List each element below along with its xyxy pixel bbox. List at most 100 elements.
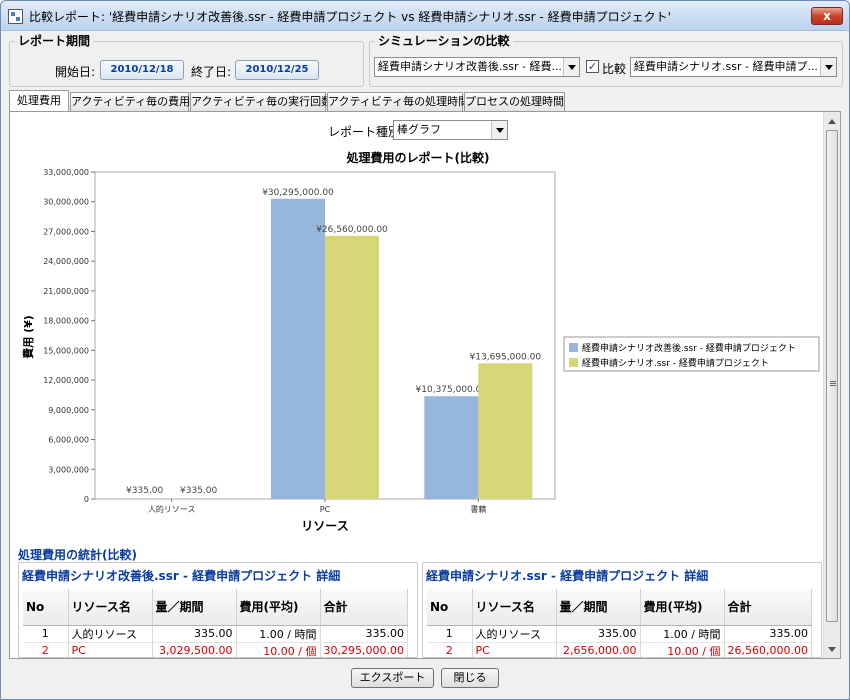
tab-process-time[interactable]: プロセスの処理時間	[464, 92, 565, 111]
tab-cost-per-activity[interactable]: アクティビティ毎の費用	[70, 92, 190, 111]
table-row[interactable]: 2 PC 2,656,000.00 10.00 / 個 26,560,000.0…	[427, 642, 812, 657]
y-tick-label: 18,000,000	[43, 317, 89, 326]
bar	[325, 235, 379, 499]
export-button[interactable]: エクスポート	[351, 668, 434, 688]
cell-total: 335.00	[724, 625, 812, 643]
right-simulation-value: 経費申請シナリオ.ssr - 経費申請プ...	[634, 60, 818, 73]
y-tick-label: 33,000,000	[43, 168, 89, 177]
stats-title: 処理費用の統計(比較)	[18, 548, 137, 562]
stats-table: No リソース名 量／期間 費用(平均) 合計 1 人的リソース 335.00 …	[427, 589, 812, 657]
compare-label: 比較	[602, 62, 627, 76]
legend-entry: 経費申請シナリオ.ssr - 経費申請プロジェクト	[582, 357, 769, 369]
scroll-up-icon[interactable]	[828, 119, 836, 124]
simulation-compare-title: シミュレーションの比較	[375, 32, 513, 49]
chevron-down-icon	[820, 58, 836, 76]
close-button[interactable]: 閉じる	[441, 668, 499, 688]
y-tick-label: 27,000,000	[43, 227, 89, 236]
column-avg-cost[interactable]: 費用(平均)	[236, 589, 321, 626]
column-quantity[interactable]: 量／期間	[152, 589, 237, 626]
column-no[interactable]: No	[23, 589, 69, 626]
column-avg-cost[interactable]: 費用(平均)	[640, 589, 725, 626]
cell-qty: 2,656,000.00	[556, 642, 641, 657]
cell-no: 2	[427, 642, 473, 657]
close-window-button[interactable]: x	[811, 7, 843, 25]
right-simulation-select[interactable]: 経費申請シナリオ.ssr - 経費申請プ...	[630, 57, 837, 77]
x-axis-label: リソース	[301, 519, 348, 533]
cell-qty: 3,029,500.00	[152, 642, 237, 657]
bar-data-label: ¥26,560,000.00	[316, 225, 388, 235]
chart-title: 処理費用のレポート(比較)	[346, 150, 490, 165]
end-date-button[interactable]: 2010/12/25	[235, 60, 319, 80]
cell-qty: 335.00	[152, 625, 237, 643]
bar-data-label: ¥335.00	[126, 486, 163, 496]
cell-qty: 335.00	[556, 625, 641, 643]
tab-processing-cost[interactable]: 処理費用	[9, 90, 69, 111]
detail-table-left: 経費申請シナリオ改善後.ssr - 経費申請プロジェクト 詳細 No リソース名…	[18, 562, 418, 658]
x-tick-label: 人的リソース	[148, 504, 196, 514]
cell-name: 人的リソース	[472, 625, 557, 643]
tab-executions-per-activity[interactable]: アクティビティ毎の実行回数	[190, 92, 332, 111]
y-axis: 0 3,000,000 6,000,000 9,000,000 12,000,000 15…	[43, 168, 95, 504]
start-date-button[interactable]: 2010/12/18	[100, 60, 184, 80]
cell-name: 人的リソース	[68, 625, 153, 643]
table-header-row: No リソース名 量／期間 費用(平均) 合計	[427, 589, 812, 626]
left-simulation-value: 経費申請シナリオ改善後.ssr - 経費...	[378, 60, 562, 73]
report-app-icon	[8, 9, 23, 24]
bar-data-label: ¥30,295,000.00	[262, 188, 334, 198]
column-resource-name[interactable]: リソース名	[68, 589, 153, 626]
y-tick-label: 0	[84, 495, 89, 504]
y-tick-label: 6,000,000	[48, 436, 89, 445]
column-total[interactable]: 合計	[320, 589, 408, 626]
cell-cost: 10.00 / 個	[236, 642, 321, 657]
cell-cost: 1.00 / 時間	[236, 625, 321, 643]
bar	[478, 363, 533, 499]
column-no[interactable]: No	[427, 589, 473, 626]
bar	[271, 198, 325, 500]
tab-time-per-activity[interactable]: アクティビティ毎の処理時間	[327, 92, 469, 111]
detail-left-title: 経費申請シナリオ改善後.ssr - 経費申請プロジェクト 詳細	[22, 569, 341, 583]
table-header-row: No リソース名 量／期間 費用(平均) 合計	[23, 589, 408, 626]
y-tick-label: 12,000,000	[43, 376, 89, 385]
scroll-thumb[interactable]	[826, 130, 838, 622]
column-quantity[interactable]: 量／期間	[556, 589, 641, 626]
cell-name: PC	[68, 642, 153, 657]
end-date-label: 終了日:	[191, 65, 232, 79]
vertical-scrollbar[interactable]	[823, 112, 840, 658]
bar-data-label: ¥10,375,000.00	[416, 385, 488, 395]
cell-name: PC	[472, 642, 557, 657]
stats-table: No リソース名 量／期間 費用(平均) 合計 1 人的リソース 335.00 …	[23, 589, 408, 657]
report-period-title: レポート期間	[15, 32, 94, 49]
cell-total: 26,560,000.00	[724, 642, 812, 657]
legend-swatch	[569, 343, 578, 352]
legend-swatch	[569, 358, 578, 367]
left-simulation-select[interactable]: 経費申請シナリオ改善後.ssr - 経費...	[374, 57, 580, 77]
y-tick-label: 3,000,000	[48, 465, 89, 474]
chevron-down-icon	[563, 58, 579, 76]
x-tick-label: PC	[320, 505, 331, 514]
cost-comparison-chart: 処理費用のレポート(比較) 0 3,000,000 6,000,000 9,000,0…	[21, 150, 820, 533]
legend-entry: 経費申請シナリオ改善後.ssr - 経費申請プロジェクト	[582, 342, 796, 354]
table-row[interactable]: 2 PC 3,029,500.00 10.00 / 個 30,295,000.0…	[23, 642, 408, 657]
bar-data-label: ¥13,695,000.00	[470, 352, 542, 362]
bar	[424, 396, 479, 499]
cell-cost: 10.00 / 個	[640, 642, 725, 657]
compare-report-window: 比較レポート: '経費申請シナリオ改善後.ssr - 経費申請プロジェクト vs…	[0, 0, 850, 700]
cell-no: 1	[23, 625, 69, 643]
scroll-down-icon[interactable]	[828, 647, 836, 652]
y-tick-label: 15,000,000	[43, 346, 89, 355]
x-tick-label: 書籍	[470, 504, 486, 514]
table-row[interactable]: 1 人的リソース 335.00 1.00 / 時間 335.00	[427, 625, 812, 643]
column-total[interactable]: 合計	[724, 589, 812, 626]
cell-no: 1	[427, 625, 473, 643]
y-tick-label: 30,000,000	[43, 198, 89, 207]
column-resource-name[interactable]: リソース名	[472, 589, 557, 626]
y-axis-label: 費用 (¥)	[21, 315, 35, 360]
table-row[interactable]: 1 人的リソース 335.00 1.00 / 時間 335.00	[23, 625, 408, 643]
cell-no: 2	[23, 642, 69, 657]
cell-total: 335.00	[320, 625, 408, 643]
cell-total: 30,295,000.00	[320, 642, 408, 657]
compare-checkbox[interactable]: ✓	[586, 60, 599, 73]
grip-icon	[830, 381, 836, 386]
y-tick-label: 24,000,000	[43, 257, 89, 266]
window-title: 比較レポート: '経費申請シナリオ改善後.ssr - 経費申請プロジェクト vs…	[29, 10, 671, 24]
